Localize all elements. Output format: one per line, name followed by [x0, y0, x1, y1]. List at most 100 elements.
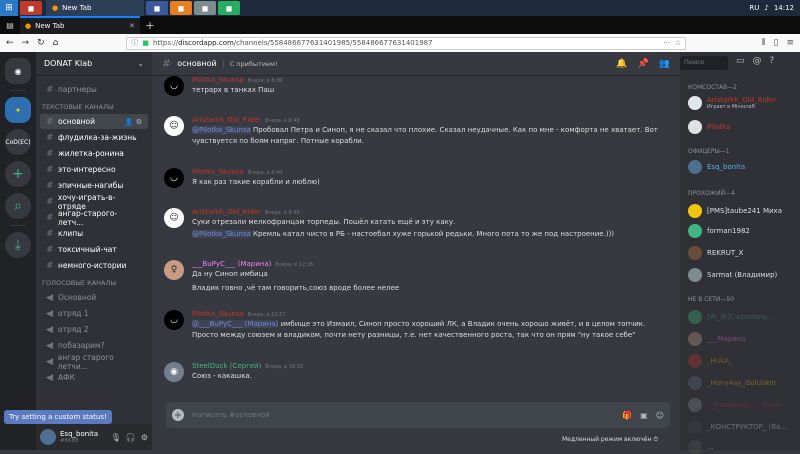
member-item[interactable]: _Hony4ay_Golubkin	[688, 376, 796, 390]
member-item[interactable]: _HukA_	[688, 354, 796, 368]
message[interactable]: ◉ SteelDuck (Сергей) Вчера, в 16:20 Союз …	[164, 362, 664, 382]
avatar[interactable]: ♀	[164, 260, 184, 280]
avatar[interactable]	[40, 429, 56, 445]
members-icon[interactable]: 👥	[659, 59, 670, 69]
taskbar-app-icon[interactable]: ◼	[218, 1, 240, 15]
member-item[interactable]: __ComarokL...__Kona	[688, 398, 796, 412]
member-item[interactable]: ___Марина	[688, 332, 796, 346]
emoji-icon[interactable]: ☺	[656, 411, 664, 420]
discord-default-avatar-icon[interactable]: ◉	[164, 362, 184, 382]
channel-osnovnoy[interactable]: # основной 👤 ⚙	[40, 114, 148, 129]
channel-item[interactable]: # хочу-играть-в-отряде	[40, 193, 148, 211]
inbox-icon[interactable]: ▭	[736, 56, 745, 66]
channel-item[interactable]: # жилетка-ронина	[40, 146, 148, 161]
member-item[interactable]: Esq_bonita	[688, 160, 796, 174]
avatar[interactable]: ◡	[164, 310, 184, 330]
headphones-icon[interactable]: 🎧	[126, 433, 136, 442]
gear-icon[interactable]: ⚙	[141, 433, 148, 442]
member-item[interactable]: REKRUT_X	[688, 246, 796, 260]
message-author[interactable]: Pilotka_Skunsa	[192, 310, 244, 318]
avatar[interactable]: ◡	[164, 76, 184, 96]
taskbar-app-icon[interactable]: ◼	[170, 1, 192, 15]
app-menu-icon[interactable]: ▤	[0, 21, 20, 30]
url-bar[interactable]: ⓘ ■ https://discordapp.com/channels/5584…	[126, 36, 687, 50]
member-item[interactable]: _КОНСТРУКТОР_ (Ва...	[688, 420, 796, 434]
channel-item[interactable]: # эпичные-нагибы	[40, 178, 148, 193]
voice-channel-item[interactable]: ◀ отряд 2	[40, 322, 148, 337]
voice-channel-item[interactable]: ◀ побазарим?	[40, 338, 148, 353]
member-item[interactable]: [PMS]taube241 Миха	[688, 204, 796, 218]
mention[interactable]: @___BuPyC___ (Марина)	[192, 320, 279, 328]
message[interactable]: ☺ Aristarkh_Old_Rider Вчера, в 8:40 @Pilo…	[164, 116, 664, 147]
pin-icon[interactable]: 📌	[638, 59, 649, 69]
message-author[interactable]: Aristarkh_Old_Rider	[192, 208, 261, 216]
mute-mic-icon[interactable]: 🎙	[111, 433, 121, 442]
member-item[interactable]: forman1982	[688, 224, 796, 238]
avatar[interactable]: ☺	[164, 208, 184, 228]
channel-item[interactable]: # это-интересно	[40, 162, 148, 177]
server-donat[interactable]: ✦	[5, 97, 31, 123]
mention-icon[interactable]: @	[753, 56, 762, 66]
voice-channel-item[interactable]: ◀ ангар старого летчи...	[40, 353, 148, 371]
info-icon[interactable]: ⓘ	[131, 38, 138, 48]
channel-partners[interactable]: # партнеры	[40, 82, 148, 97]
avatar[interactable]: ☺	[164, 116, 184, 136]
gift-icon[interactable]: 🎁	[622, 411, 632, 420]
forward-icon[interactable]: →	[22, 38, 30, 48]
message-input[interactable]: Написать #основной	[192, 411, 614, 419]
member-item[interactable]: [W_W]Cadamony...	[688, 310, 796, 324]
gif-icon[interactable]: ▣	[640, 411, 648, 420]
message-author[interactable]: ___BuPyC___ (Марина)	[192, 260, 271, 268]
close-tab-icon[interactable]: ✕	[129, 22, 135, 30]
page-actions-icon[interactable]: ···	[663, 39, 670, 47]
taskbar-app-icon[interactable]: ◼	[194, 1, 216, 15]
taskbar-firefox-window[interactable]: ● New Tab	[46, 0, 144, 16]
back-icon[interactable]: ←	[6, 38, 14, 48]
taskbar-app-icon[interactable]: ◼	[20, 1, 42, 15]
help-icon[interactable]: ?	[770, 56, 775, 66]
message[interactable]: ☺ Aristarkh_Old_Rider Вчера, в 8:40 Суки …	[164, 208, 664, 240]
guild-header[interactable]: DONAT Klab ⌄	[36, 52, 152, 76]
custom-status-tooltip[interactable]: Try setting a custom status!	[4, 410, 112, 424]
avatar[interactable]: ◡	[164, 168, 184, 188]
message-author[interactable]: Pilotka_Skunsa	[192, 76, 244, 84]
message-author[interactable]: SteelDuck (Сергей)	[192, 362, 261, 370]
discord-home-button[interactable]: ◉	[5, 58, 31, 84]
message[interactable]: ◡ Pilotka_Skunsa Вчера, в 8:36 тетрарх в …	[164, 76, 664, 96]
volume-icon[interactable]: ♪	[764, 4, 768, 12]
search-input[interactable]: Поиск	[680, 56, 728, 70]
message-author[interactable]: Aristarkh_Old_Rider	[192, 116, 261, 124]
server-codec[interactable]: CoD(EC)	[5, 129, 31, 155]
clock[interactable]: 14:12	[774, 4, 794, 12]
upload-plus-icon[interactable]: +	[172, 409, 184, 421]
new-tab-button[interactable]: +	[140, 19, 160, 32]
language-indicator[interactable]: RU	[749, 4, 759, 12]
message[interactable]: ◡ Pilotka_Skunsa Вчера, в 12:57 @___BuPyC…	[164, 310, 664, 341]
member-item[interactable]: Sarmat (Владимир)	[688, 268, 796, 282]
channel-topic[interactable]: С прибытием!	[222, 59, 278, 68]
invite-settings-icons[interactable]: 👤 ⚙	[125, 118, 142, 126]
message[interactable]: ♀ ___BuPyC___ (Марина) Вчера, в 12:26 Да …	[164, 260, 664, 294]
voice-channel-item[interactable]: ◀ отряд 1	[40, 306, 148, 321]
home-icon[interactable]: ⌂	[53, 38, 59, 48]
mention[interactable]: @Pilotka_Skunsa	[192, 230, 251, 238]
channel-item[interactable]: # токсичный-чат	[40, 242, 148, 257]
library-icon[interactable]: ⫴	[762, 38, 766, 48]
add-server-button[interactable]: +	[5, 161, 31, 187]
member-item[interactable]: ...	[688, 440, 796, 454]
bell-icon[interactable]: 🔔	[616, 59, 627, 69]
member-item[interactable]: Pilotka	[688, 120, 796, 134]
category-voice-channels[interactable]: ГОЛОСОВЫЕ КАНАЛЫ	[36, 276, 152, 289]
windows-start-icon[interactable]: ⊞	[0, 0, 18, 16]
category-text-channels[interactable]: ТЕКСТОВЫЕ КАНАЛЫ	[36, 100, 152, 113]
voice-channel-item[interactable]: ◀ АФК	[40, 370, 148, 385]
channel-item[interactable]: # немного-истории	[40, 258, 148, 273]
sidebar-icon[interactable]: ▯	[774, 38, 779, 48]
explore-servers-icon[interactable]: ⌕	[5, 193, 31, 219]
taskbar-app-icon[interactable]: ◼	[146, 1, 168, 15]
voice-channel-item[interactable]: ◀ Основной	[40, 290, 148, 305]
channel-item[interactable]: # флудилка-за-жизнь	[40, 130, 148, 145]
menu-icon[interactable]: ≡	[786, 38, 794, 48]
channel-item[interactable]: # клипы	[40, 226, 148, 241]
channel-item[interactable]: # ангар-старого-летч...	[40, 209, 148, 227]
